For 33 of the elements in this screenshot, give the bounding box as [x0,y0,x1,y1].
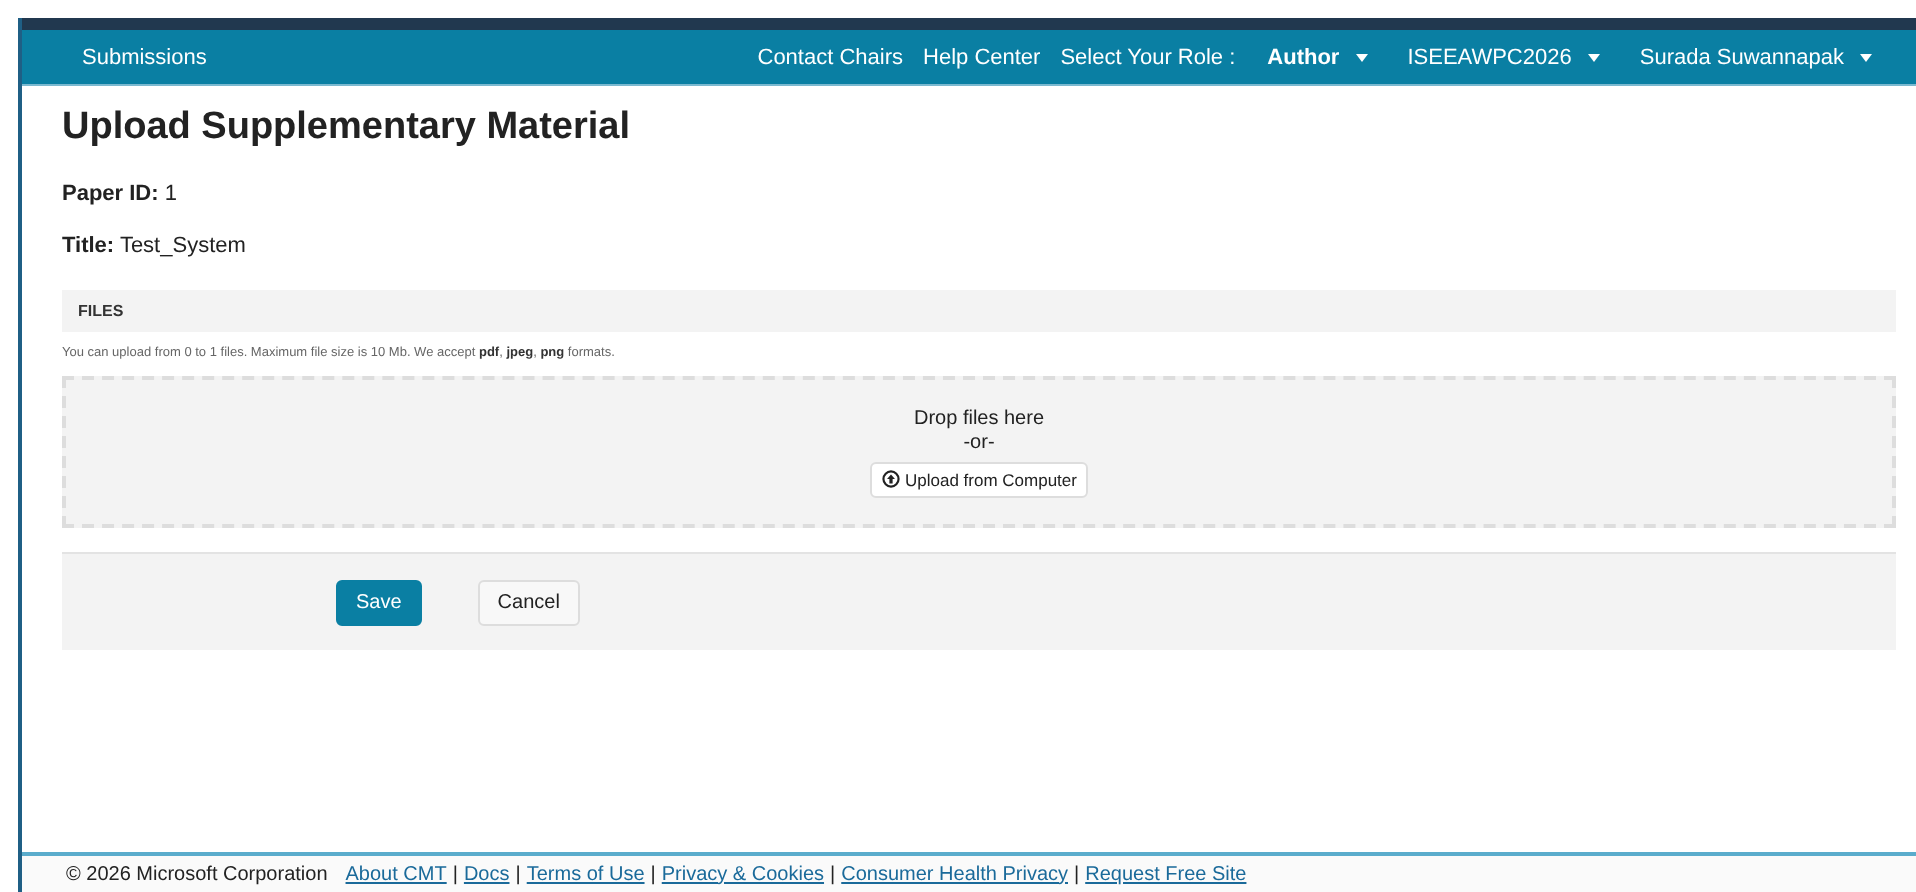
footer-link[interactable]: Request Free Site [1085,863,1247,885]
nav-label: Select Your Role : [1060,45,1236,69]
dropdown-menu[interactable]: ISEEAWPC2026 [1407,45,1600,69]
footer-link[interactable]: Docs [463,863,510,885]
caret-icon [1587,53,1600,61]
info-line: Title: Test_System [62,234,248,258]
separator: | [452,863,458,885]
caret-icon [1355,53,1368,61]
nav-link[interactable]: Contact Chairs [757,45,904,69]
separator: | [515,863,521,885]
copyright-text: © 2026 Microsoft Corporation [66,863,328,885]
dropdown-menu[interactable]: Author [1267,45,1368,69]
cancel-button[interactable]: Cancel [477,579,580,625]
footer-link[interactable]: Consumer Health Privacy [841,863,1068,885]
upload-button[interactable]: Upload from Computer [869,461,1089,497]
separator: | [650,863,656,885]
footer-link[interactable]: Privacy & Cookies [661,863,825,885]
upload-icon [881,470,899,488]
separator: | [830,863,836,885]
or-text: -or- [963,431,995,453]
drop-text: Drop files here [913,407,1045,429]
dropdown-menu[interactable]: Surada Suwannapak [1639,45,1872,69]
footer-link[interactable]: About CMT [345,863,447,885]
save-button[interactable]: Save [336,579,422,625]
info-line: Paper ID: 1 [62,182,179,206]
separator: | [1074,863,1080,885]
footer-link[interactable]: Terms of Use [526,863,645,885]
drop-zone[interactable]: Drop files here -or- Upload from Computer [62,376,1896,528]
nav-link[interactable]: Help Center [923,45,1041,69]
section-header: FILES [62,290,1896,332]
page-title: Upload Supplementary Material [62,106,633,150]
nav-link[interactable]: Submissions [82,45,207,69]
caret-icon [1860,53,1872,61]
